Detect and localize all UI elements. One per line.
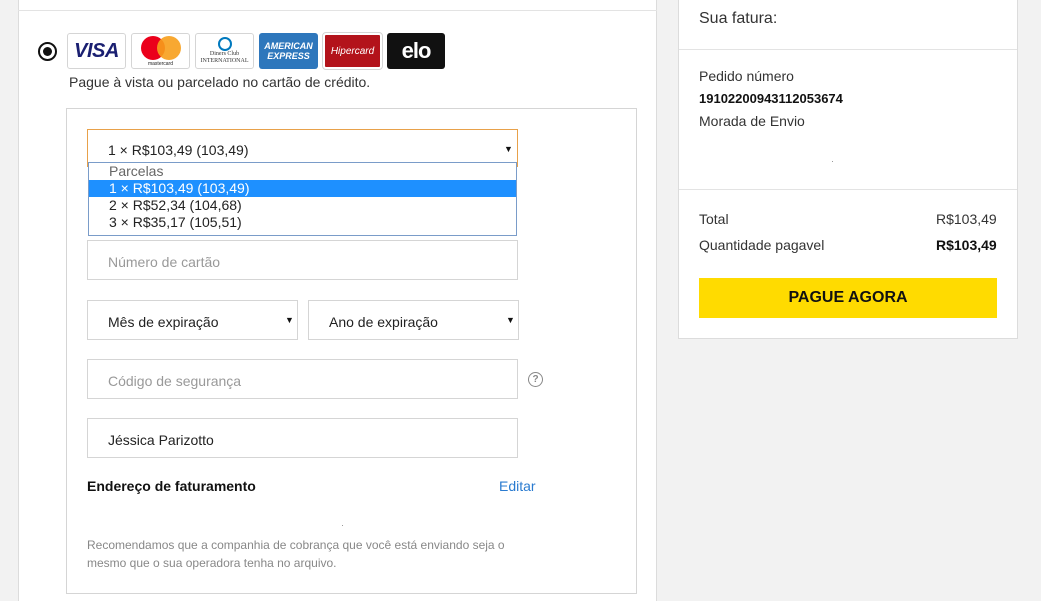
payable-label: Quantidade pagavel [699,237,825,253]
exp-month-select[interactable]: Mês de expiração [87,300,298,340]
mastercard-logo: mastercard [131,33,190,69]
billing-address-title: Endereço de faturamento [87,478,256,494]
installment-option-1[interactable]: 1 × R$103,49 (103,49) [89,180,516,197]
hipercard-logo: Hipercard [322,32,383,70]
separator-dot [832,161,833,162]
separator-dot [342,525,343,526]
edit-billing-link[interactable]: Editar [499,478,536,494]
installments-selected-value: 1 × R$103,49 (103,49) [108,142,249,158]
divider [679,189,1017,190]
credit-card-radio[interactable] [38,42,57,61]
payment-subtitle: Pague à vista ou parcelado no cartão de … [69,74,371,90]
caret-down-icon: ▼ [504,144,513,154]
exp-year-value: Ano de expiração [329,314,438,330]
payable-value: R$103,49 [936,237,997,253]
exp-month-value: Mês de expiração [108,314,219,330]
caret-down-icon: ▼ [506,315,515,325]
security-code-input[interactable]: Código de segurança [87,359,518,399]
total-value: R$103,49 [936,211,997,227]
installments-dropdown[interactable]: Parcelas 1 × R$103,49 (103,49) 2 × R$52,… [88,162,517,236]
shipping-label: Morada de Envio [699,113,805,129]
amex-logo: AMERICAN EXPRESS [259,33,318,69]
installment-option-3[interactable]: 3 × R$35,17 (105,51) [89,214,516,231]
cardholder-name-input[interactable]: Jéssica Parizotto [87,418,518,458]
divider [679,49,1017,50]
card-number-input[interactable]: Número de cartão [87,240,518,280]
help-icon[interactable]: ? [528,372,543,387]
installment-option-2[interactable]: 2 × R$52,34 (104,68) [89,197,516,214]
exp-year-select[interactable]: Ano de expiração [308,300,519,340]
billing-note: Recomendamos que a companhia de cobrança… [87,538,505,570]
pay-now-button[interactable]: PAGUE AGORA [699,278,997,318]
diners-logo: Diners Club INTERNATIONAL [195,33,254,69]
dropdown-header: Parcelas [109,163,164,179]
elo-logo: elo [387,33,445,69]
order-number: 19102200943112053674 [699,91,843,106]
total-label: Total [699,211,729,227]
order-label: Pedido número [699,68,794,84]
caret-down-icon: ▼ [285,315,294,325]
divider [18,10,657,11]
invoice-title: Sua fatura: [699,10,778,27]
visa-logo: VISA [67,33,126,69]
